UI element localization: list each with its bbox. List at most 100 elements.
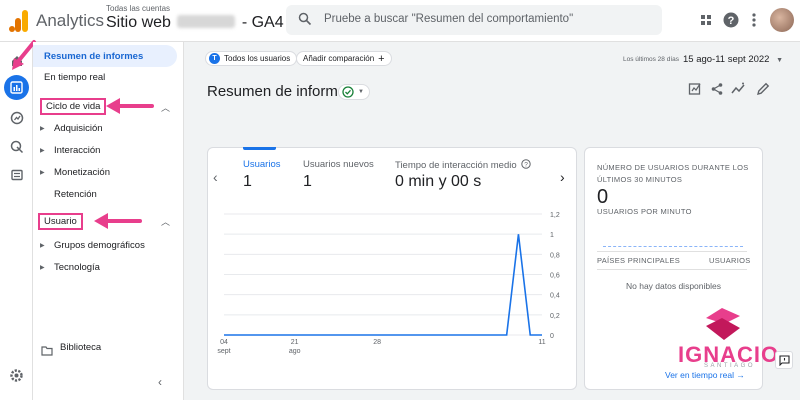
series-line <box>224 234 542 336</box>
chevron-left-icon[interactable]: ‹ <box>213 169 218 185</box>
segment-chip-label: Todos los usuarios <box>224 54 291 63</box>
date-range-caption: Los últimos 28 días <box>623 56 680 63</box>
svg-text:?: ? <box>524 162 528 169</box>
y-tick-label: 0,4 <box>550 293 560 300</box>
sidebar-item-retention[interactable]: Retención <box>54 189 97 200</box>
sidebar-item-technology[interactable]: Tecnología <box>54 262 100 273</box>
y-tick-label: 0,2 <box>550 313 560 320</box>
expand-arrow-icon: ▶ <box>40 243 45 249</box>
sidebar-item-demographics[interactable]: Grupos demográficos <box>54 240 145 251</box>
avatar[interactable] <box>770 8 794 32</box>
y-tick-label: 0 <box>550 333 554 340</box>
realtime-sparkline <box>603 246 743 247</box>
metric-value-new-users: 1 <box>303 173 312 190</box>
sidebar-item-summary-label: Resumen de informes <box>44 51 144 62</box>
sidebar-item-library[interactable]: Biblioteca <box>60 342 101 353</box>
status-selector[interactable]: ▼ <box>338 84 370 100</box>
search-box[interactable]: Pruebe a buscar "Resumen del comportamie… <box>286 5 662 35</box>
help-outline-icon[interactable]: ? <box>521 159 531 169</box>
customize-report-icon[interactable] <box>688 82 704 98</box>
sidebar-item-realtime[interactable]: En tiempo real <box>44 72 105 83</box>
ignacio-logo-icon <box>706 308 740 340</box>
date-range-selector[interactable]: 15 ago-11 sept 2022 ▼ <box>683 54 783 65</box>
share-icon[interactable] <box>710 82 726 98</box>
collapse-chevron-icon[interactable]: ‹ <box>158 375 162 389</box>
metric-tab-users[interactable]: Usuarios <box>243 159 281 170</box>
add-comparison-label: Añadir comparación <box>303 54 375 63</box>
realtime-title-line2: ÚLTIMOS 30 MINUTOS <box>597 175 683 184</box>
metric-tab-engagement-label: Tiempo de interacción medio <box>395 160 517 171</box>
x-tick-label: 04 <box>220 339 228 346</box>
metric-value-users: 1 <box>243 173 252 190</box>
chevron-up-icon[interactable]: ︿ <box>161 215 170 228</box>
property-suffix: - GA4 <box>241 14 284 31</box>
explore-icon[interactable] <box>4 105 29 130</box>
edit-pencil-icon[interactable] <box>756 82 772 98</box>
help-icon[interactable]: ? <box>722 11 740 29</box>
page-title: Resumen de informes <box>207 83 354 100</box>
view-realtime-link[interactable]: Ver en tiempo real → <box>665 370 745 380</box>
x-tick-label: 21 <box>291 339 299 346</box>
date-range-label: 15 ago-11 sept 2022 <box>683 54 770 65</box>
settings-gear-icon[interactable] <box>4 363 29 388</box>
more-vert-icon[interactable] <box>745 11 763 29</box>
app-name: Analytics <box>36 11 105 30</box>
reports-icon[interactable] <box>4 75 29 100</box>
y-tick-label: 1 <box>550 232 554 239</box>
check-circle-icon <box>342 86 354 98</box>
segment-initial: T <box>209 53 220 64</box>
feedback-icon[interactable] <box>775 351 793 369</box>
segment-chip[interactable]: T Todos los usuarios <box>205 51 298 66</box>
add-comparison-button[interactable]: Añadir comparación + <box>296 51 392 66</box>
top-countries-header: PAÍSES PRINCIPALES <box>597 256 681 265</box>
sidebar-item-monetization[interactable]: Monetización <box>54 167 110 178</box>
x-tick-label: 28 <box>373 339 381 346</box>
expand-arrow-icon: ▶ <box>40 265 45 271</box>
sidebar-item-engagement[interactable]: Interacción <box>54 145 100 156</box>
no-data-message: No hay datos disponibles <box>626 281 721 291</box>
users-column-header: USUARIOS <box>709 256 751 265</box>
y-tick-label: 0,8 <box>550 252 560 259</box>
expand-arrow-icon: ▶ <box>40 170 45 176</box>
y-tick-label: 0,6 <box>550 273 560 280</box>
pink-arrow-icon <box>106 98 154 114</box>
divider <box>597 251 747 252</box>
advertising-icon[interactable] <box>4 134 29 159</box>
realtime-per-minute-label: USUARIOS POR MINUTO <box>597 207 692 216</box>
analytics-logo-icon[interactable] <box>8 8 30 39</box>
metric-tab-new-users[interactable]: Usuarios nuevos <box>303 159 374 170</box>
metric-tab-engagement-time[interactable]: Tiempo de interacción medio ? <box>395 159 531 171</box>
x-tick-month: ago <box>289 348 301 355</box>
folder-icon <box>41 343 53 361</box>
top-bar: Analytics Todas las cuentas Sitio web - … <box>0 0 800 42</box>
chevron-up-icon[interactable]: ︿ <box>161 101 170 114</box>
users-line-chart: 1,2 1 0,8 0,6 0,4 0,2 0 21 ago 28 04 sept 11 <box>217 212 560 355</box>
active-tab-indicator <box>243 147 276 150</box>
realtime-title-line1: NÚMERO DE USUARIOS DURANTE LOS <box>597 163 749 172</box>
divider <box>597 269 747 270</box>
search-icon <box>298 12 312 31</box>
sidebar-item-acquisition[interactable]: Adquisición <box>54 123 103 134</box>
caret-down-icon: ▼ <box>358 89 364 95</box>
svg-text:?: ? <box>728 15 735 27</box>
caret-down-icon: ▼ <box>776 57 784 64</box>
section-lifecycle[interactable]: Ciclo de vida <box>40 98 107 115</box>
pink-arrow-icon <box>94 213 142 229</box>
nav-rail <box>0 42 33 400</box>
x-tick-label: 11 <box>538 339 545 346</box>
search-placeholder: Pruebe a buscar "Resumen del comportamie… <box>324 13 574 25</box>
apps-grid-icon[interactable] <box>697 11 715 29</box>
expand-arrow-icon: ▶ <box>40 126 45 132</box>
chevron-right-icon[interactable]: › <box>560 169 565 185</box>
account-label[interactable]: Todas las cuentas <box>106 4 170 13</box>
x-tick-month: sept <box>217 348 230 355</box>
property-prefix: Sitio web <box>106 14 171 31</box>
metric-value-engagement-time: 0 min y 00 s <box>395 173 482 190</box>
property-selector[interactable]: Sitio web - GA4 ▼ <box>106 14 297 32</box>
insights-icon[interactable] <box>731 82 747 98</box>
expand-arrow-icon: ▶ <box>40 148 45 154</box>
section-user[interactable]: Usuario <box>38 213 83 230</box>
plus-icon: + <box>378 52 385 65</box>
redacted-name <box>177 15 236 28</box>
configure-icon[interactable] <box>4 162 29 187</box>
